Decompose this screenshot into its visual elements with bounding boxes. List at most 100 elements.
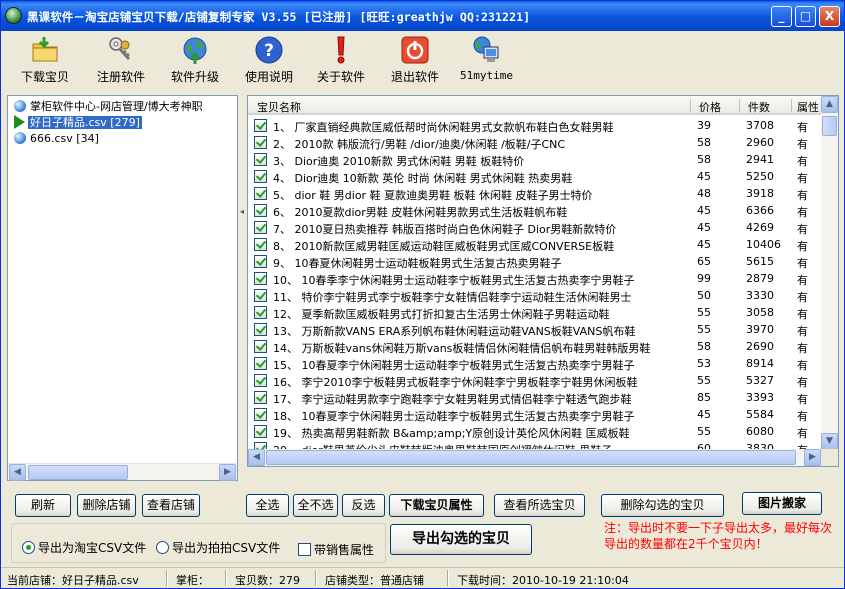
- scroll-thumb[interactable]: [822, 116, 837, 136]
- register-tool[interactable]: 注册软件: [97, 35, 145, 85]
- items-grid[interactable]: 宝贝名称 价格 件数 属性 1、 厂家直销经典款匡威低帮时尚休闲鞋男式女款帆布鞋…: [247, 95, 839, 467]
- row-checkbox[interactable]: [254, 357, 267, 370]
- table-row[interactable]: 15、 10春夏李宁休闲鞋男士运动鞋李宁板鞋男式生活复古热卖李宁男鞋子 53 891…: [248, 355, 822, 372]
- exit-tool[interactable]: 退出软件: [391, 35, 439, 85]
- tool-label: 注册软件: [97, 70, 146, 84]
- item-name: 4、 Dior迪奥 10新款 英伦 时尚 休闲鞋 男式休闲鞋 热卖男鞋: [273, 172, 573, 185]
- help-tool[interactable]: ? 使用说明: [245, 35, 293, 85]
- item-price: 45: [697, 204, 711, 217]
- table-row[interactable]: 3、 Dior迪奥 2010新款 男式休闲鞋 男鞋 板鞋特价 58 2941 有: [248, 151, 822, 168]
- table-row[interactable]: 18、 10春夏李宁休闲鞋男士运动鞋李宁板鞋男式生活复古热卖李宁男鞋子 45 558…: [248, 406, 822, 423]
- table-row[interactable]: 12、 夏季新款匡威板鞋男式打折扣复古生活男士休闲鞋子男鞋运动鞋 55 3058 有: [248, 304, 822, 321]
- table-row[interactable]: 17、 李宁运动鞋男款李宁跑鞋李宁女鞋男鞋男式情侣鞋李宁鞋透气跑步鞋 85 3393…: [248, 389, 822, 406]
- scroll-thumb[interactable]: [266, 450, 796, 465]
- grid-horizontal-scrollbar[interactable]: ◀ ▶: [248, 449, 822, 466]
- scroll-left-icon[interactable]: ◀: [9, 464, 26, 481]
- delete-checked-button[interactable]: 删除勾选的宝贝: [601, 494, 724, 517]
- splitter-handle[interactable]: ◂: [240, 207, 244, 221]
- table-row[interactable]: 9、 10春夏休闲鞋男士运动鞋板鞋男式生活复古热卖男鞋子 65 5615 有: [248, 253, 822, 270]
- item-qty: 2960: [746, 136, 774, 149]
- table-row[interactable]: 6、 2010夏款dior男鞋 皮鞋休闲鞋男款男式生活板鞋帆布鞋 45 6366 有: [248, 202, 822, 219]
- row-checkbox[interactable]: [254, 425, 267, 438]
- table-row[interactable]: 7、 2010夏日热卖推荐 韩版百搭时尚白色休闲鞋子 Dior男鞋新款特价 45 4…: [248, 219, 822, 236]
- row-checkbox[interactable]: [254, 221, 267, 234]
- download-items-tool[interactable]: 下载宝贝: [21, 35, 69, 85]
- scroll-up-icon[interactable]: ▲: [821, 96, 838, 113]
- export-taobao-radio[interactable]: 导出为淘宝CSV文件: [22, 539, 146, 556]
- row-checkbox[interactable]: [254, 374, 267, 387]
- item-qty: 3393: [746, 391, 774, 404]
- row-checkbox[interactable]: [254, 170, 267, 183]
- maximize-button[interactable]: □: [795, 6, 816, 27]
- export-checked-button[interactable]: 导出勾选的宝贝: [390, 524, 532, 555]
- scroll-right-icon[interactable]: ▶: [804, 449, 821, 466]
- row-checkbox[interactable]: [254, 119, 267, 132]
- tree-item-root[interactable]: 掌柜软件中心-网店管理/博大考神职: [14, 99, 203, 115]
- grid-vertical-scrollbar[interactable]: ▲ ▼: [821, 96, 838, 450]
- item-attr: 有: [797, 410, 808, 423]
- title-bar[interactable]: 黑课软件－淘宝店铺宝贝下载/店铺复制专家 V3.55 [已注册] [旺旺:gre…: [1, 1, 844, 31]
- table-row[interactable]: 5、 dior 鞋 男dior 鞋 夏款迪奥男鞋 板鞋 休闲鞋 皮鞋子男士特价 4…: [248, 185, 822, 202]
- select-none-button[interactable]: 全不选: [293, 494, 338, 517]
- row-checkbox[interactable]: [254, 306, 267, 319]
- play-arrow-icon: [14, 115, 25, 129]
- table-row[interactable]: 4、 Dior迪奥 10新款 英伦 时尚 休闲鞋 男式休闲鞋 热卖男鞋 45 525…: [248, 168, 822, 185]
- table-row[interactable]: 13、 万斯新款VANS ERA系列帆布鞋休闲鞋运动鞋VANS板鞋VANS帆布鞋…: [248, 321, 822, 338]
- row-checkbox[interactable]: [254, 153, 267, 166]
- table-row[interactable]: 10、 10春季李宁休闲鞋男士运动鞋李宁板鞋男式生活复古热卖李宁男鞋子 99 287…: [248, 270, 822, 287]
- table-row[interactable]: 16、 李宁2010李宁板鞋男式板鞋李宁休闲鞋李宁男板鞋李宁鞋男休闲板鞋 55 53…: [248, 372, 822, 389]
- upgrade-tool[interactable]: 软件升级: [171, 35, 219, 85]
- item-name: 1、 厂家直销经典款匡威低帮时尚休闲鞋男式女款帆布鞋白色女鞋男鞋: [273, 121, 614, 134]
- item-attr: 有: [797, 393, 808, 406]
- row-checkbox[interactable]: [254, 255, 267, 268]
- shop-tree[interactable]: 掌柜软件中心-网店管理/博大考神职 好日子精品.csv [279] 666.cs…: [7, 95, 238, 481]
- about-tool[interactable]: 关于软件: [317, 35, 365, 85]
- item-attr: 有: [797, 342, 808, 355]
- row-checkbox[interactable]: [254, 340, 267, 353]
- scroll-right-icon[interactable]: ▶: [219, 464, 236, 481]
- export-paipai-radio[interactable]: 导出为拍拍CSV文件: [156, 539, 280, 556]
- row-checkbox[interactable]: [254, 272, 267, 285]
- row-checkbox[interactable]: [254, 323, 267, 336]
- radio-off-icon: [156, 541, 169, 554]
- table-row[interactable]: 2、 2010款 韩版流行/男鞋 /dior/迪奥/休闲鞋 /板鞋/子CNC 58…: [248, 134, 822, 151]
- row-checkbox[interactable]: [254, 136, 267, 149]
- item-price: 45: [697, 408, 711, 421]
- column-header-qty[interactable]: 件数: [748, 99, 770, 115]
- status-item-count: 宝贝数：279: [235, 574, 300, 587]
- row-checkbox[interactable]: [254, 408, 267, 421]
- row-checkbox[interactable]: [254, 187, 267, 200]
- scroll-thumb[interactable]: [28, 465, 128, 480]
- view-selected-button[interactable]: 查看所选宝贝: [494, 494, 585, 517]
- column-header-price[interactable]: 价格: [699, 99, 721, 115]
- row-checkbox[interactable]: [254, 391, 267, 404]
- download-attributes-button[interactable]: 下载宝贝属性: [389, 494, 484, 517]
- row-checkbox[interactable]: [254, 204, 267, 217]
- tree-item-shop[interactable]: 666.csv [34]: [14, 131, 99, 147]
- invert-selection-button[interactable]: 反选: [342, 494, 385, 517]
- close-button[interactable]: X: [819, 6, 840, 27]
- column-header-name[interactable]: 宝贝名称: [257, 99, 301, 115]
- table-row[interactable]: 14、 万斯板鞋vans休闲鞋万斯vans板鞋情侣休闲鞋情侣帆布鞋男鞋韩版男鞋 5…: [248, 338, 822, 355]
- scroll-down-icon[interactable]: ▼: [821, 433, 838, 450]
- minimize-button[interactable]: _: [771, 6, 792, 27]
- delete-shop-button[interactable]: 删除店铺: [77, 494, 136, 517]
- table-row[interactable]: 8、 2010新款匡威男鞋匡威运动鞋匡威板鞋男式匡威CONVERSE板鞋 45 10…: [248, 236, 822, 253]
- item-attr: 有: [797, 325, 808, 338]
- item-name: 12、 夏季新款匡威板鞋男式打折扣复古生活男士休闲鞋子男鞋运动鞋: [273, 308, 610, 321]
- tree-horizontal-scrollbar[interactable]: ◀ ▶: [8, 463, 237, 481]
- scroll-left-icon[interactable]: ◀: [248, 449, 265, 466]
- select-all-button[interactable]: 全选: [246, 494, 289, 517]
- image-move-button[interactable]: 图片搬家: [742, 492, 822, 515]
- table-row[interactable]: 1、 厂家直销经典款匡威低帮时尚休闲鞋男式女款帆布鞋白色女鞋男鞋 39 3708 有: [248, 117, 822, 134]
- tree-item-selected-shop[interactable]: 好日子精品.csv [279]: [14, 115, 142, 131]
- mytime-tool[interactable]: 51mytime: [460, 35, 513, 82]
- table-row[interactable]: 19、 热卖高帮男鞋新款 B&amp;amp;Y原创设计英伦风休闲鞋 匡威板鞋 5…: [248, 423, 822, 440]
- refresh-button[interactable]: 刷新: [15, 494, 71, 517]
- with-sales-attr-checkbox[interactable]: 带销售属性: [298, 541, 374, 558]
- row-checkbox[interactable]: [254, 289, 267, 302]
- row-checkbox[interactable]: [254, 238, 267, 251]
- view-shop-button[interactable]: 查看店铺: [142, 494, 200, 517]
- column-header-attr[interactable]: 属性: [797, 99, 819, 115]
- table-row[interactable]: 11、 特价李宁鞋男式李宁板鞋李宁女鞋情侣鞋李宁运动鞋生活休闲鞋男士 50 3330…: [248, 287, 822, 304]
